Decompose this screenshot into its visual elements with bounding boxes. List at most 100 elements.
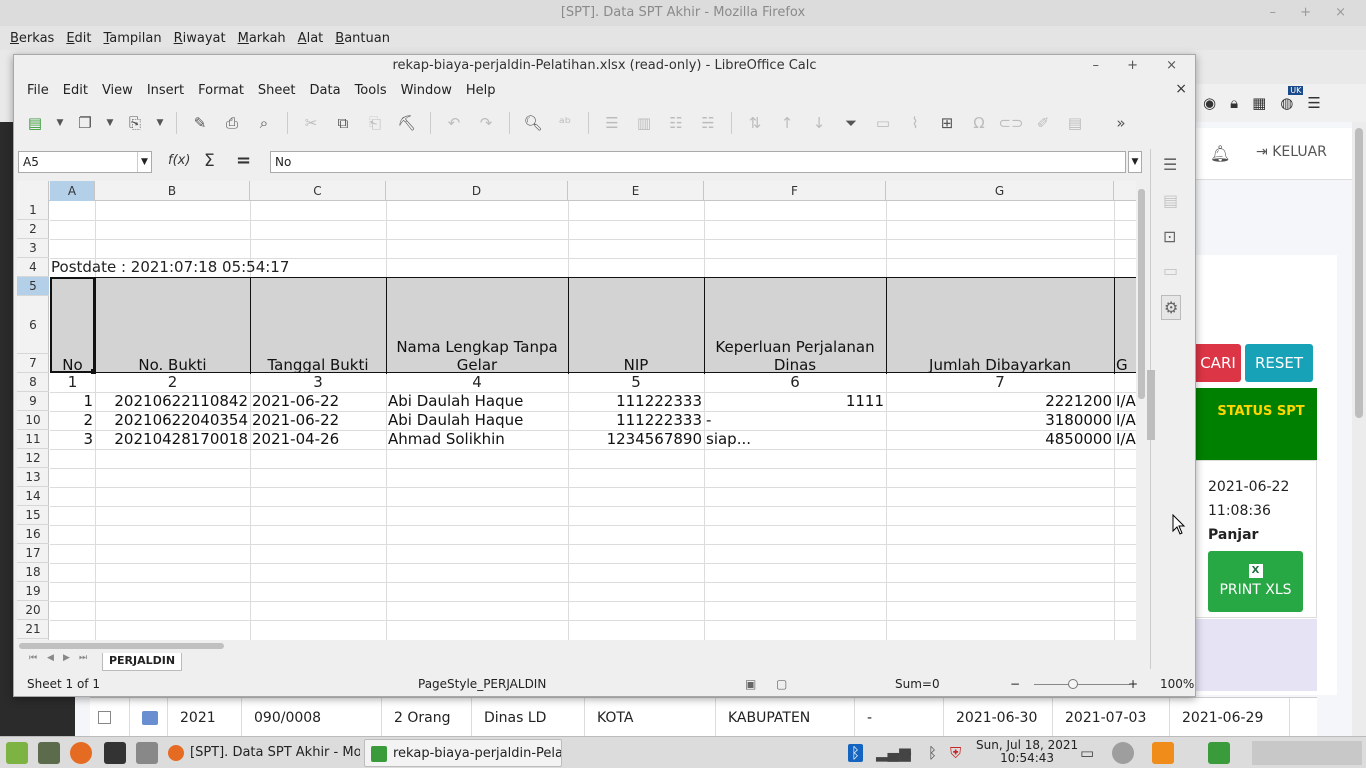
row-header-17[interactable]: 17 (17, 544, 49, 563)
menu-edit[interactable]: Edit (60, 31, 97, 46)
row-header-5[interactable]: 5 (17, 277, 49, 296)
vertical-scrollbar[interactable] (1136, 181, 1147, 640)
menu-tools[interactable]: Tools (348, 83, 394, 98)
menu-file[interactable]: File (20, 83, 56, 98)
cell-nama[interactable]: Abi Daulah Haque (388, 411, 568, 430)
menu-data[interactable]: Data (303, 83, 348, 98)
sidebar-settings-icon[interactable]: ⚙ (1161, 295, 1182, 320)
cell-keperluan[interactable]: siap... (706, 430, 886, 449)
header-nama-line2[interactable]: Gelar (386, 356, 568, 374)
cell-g[interactable]: I/A (1116, 430, 1137, 449)
column-header-c[interactable]: C (250, 181, 386, 201)
row-header-8[interactable]: 8 (17, 373, 49, 392)
menu-window[interactable]: Window (394, 83, 459, 98)
numbering-cell[interactable]: 4 (386, 373, 568, 392)
hyperlink-icon[interactable]: ⊂⊃ (998, 111, 1024, 135)
prev-sheet-icon[interactable]: ◀ (47, 653, 54, 663)
menu-help[interactable]: Help (459, 83, 503, 98)
menu-view[interactable]: View (95, 83, 140, 98)
row-header-4[interactable]: 4 (17, 258, 49, 277)
web-scroll-thumb[interactable] (1355, 128, 1363, 418)
bell-icon[interactable]: 🔔︎ (1210, 144, 1230, 163)
row-header-14[interactable]: 14 (17, 487, 49, 506)
row-header-16[interactable]: 16 (17, 525, 49, 544)
comment-icon[interactable]: ✐ (1030, 111, 1056, 135)
sort-descending-icon[interactable]: ↓ (806, 111, 832, 135)
menu-icon[interactable]: ☰ (1307, 94, 1320, 112)
row-icon[interactable] (130, 698, 168, 737)
row-header-11[interactable]: 11 (17, 430, 49, 449)
menu-alat[interactable]: Alat (292, 31, 330, 46)
row-checkbox[interactable] (90, 698, 130, 737)
header-g[interactable]: G (1116, 356, 1136, 374)
vertical-scroll-thumb[interactable] (1138, 189, 1145, 399)
name-box[interactable]: A5 ▼ (18, 151, 152, 173)
sidebar-resize-handle[interactable] (1147, 370, 1155, 440)
cell-bukti[interactable]: 20210622110842 (95, 392, 248, 411)
account-icon[interactable]: ◉ (1203, 94, 1216, 112)
taskbar-item-calc[interactable]: rekap-biaya-perjaldin-Pelati... (364, 739, 562, 767)
taskbar-item-firefox[interactable]: [SPT]. Data SPT Akhir - Mozil... (162, 739, 360, 767)
next-sheet-icon[interactable]: ▶ (63, 653, 70, 663)
sum-status[interactable]: Sum=0 (895, 673, 940, 696)
formula-icon[interactable]: = (236, 150, 251, 171)
cell-no[interactable]: 1 (50, 392, 93, 411)
file-manager-icon[interactable] (136, 742, 158, 764)
sheet-tab-perjaldin[interactable]: PERJALDIN (102, 653, 182, 671)
formula-input[interactable]: No (270, 151, 1126, 173)
sidebar-gallery-icon[interactable]: ▭ (1163, 261, 1178, 280)
header-jumlah[interactable]: Jumlah Dibayarkan (886, 356, 1114, 374)
last-sheet-icon[interactable]: ⏭ (79, 653, 87, 663)
autofilter-icon[interactable]: ⏷ (838, 111, 864, 135)
horizontal-scrollbar[interactable] (17, 640, 1137, 652)
postdate-cell[interactable]: Postdate : 2021:07:18 05:54:17 (51, 258, 289, 277)
menu-launcher-icon[interactable] (6, 742, 28, 764)
menu-format[interactable]: Format (191, 83, 251, 98)
find-replace-icon[interactable]: 🔍︎ (520, 111, 546, 135)
tray-calc-icon[interactable] (1208, 742, 1230, 764)
menu-riwayat[interactable]: Riwayat (168, 31, 232, 46)
cell-jumlah[interactable]: 3180000 (886, 411, 1112, 430)
spelling-icon[interactable]: ᵃᵇ (552, 111, 578, 135)
cell-nip[interactable]: 111222333 (568, 411, 702, 430)
paste-icon[interactable]: ⎗ (362, 111, 388, 135)
row-header-1[interactable]: 1 (17, 201, 49, 220)
row-header-12[interactable]: 12 (17, 449, 49, 468)
cell-bukti[interactable]: 20210428170018 (95, 430, 248, 449)
zoom-level[interactable]: 100% (1160, 673, 1194, 696)
sort-icon[interactable]: ⇅ (742, 111, 768, 135)
column-header-a[interactable]: A (50, 181, 95, 201)
cell-keperluan[interactable]: - (706, 411, 886, 430)
open-dropdown-icon[interactable]: ▼ (104, 111, 116, 135)
cell-tanggal[interactable]: 2021-06-22 (252, 392, 386, 411)
image-icon[interactable]: ▭ (870, 111, 896, 135)
numbering-cell[interactable]: 2 (95, 373, 250, 392)
horizontal-scroll-thumb[interactable] (19, 643, 224, 649)
function-wizard-icon[interactable]: f(x) (168, 153, 190, 168)
header-tanggal-bukti[interactable]: Tanggal Bukti (250, 356, 386, 374)
print-preview-icon[interactable]: ⌕ (251, 111, 277, 135)
selection-mode-icon[interactable]: ▣ (745, 673, 756, 696)
cell-jumlah[interactable]: 4850000 (886, 430, 1112, 449)
column-icon[interactable]: ▥ (631, 111, 657, 135)
cell-g[interactable]: I/A (1116, 411, 1137, 430)
edit-mode-icon[interactable]: ✎ (187, 111, 213, 135)
calc-window-controls[interactable]: – + × (1092, 55, 1189, 77)
new-dropdown-icon[interactable]: ▼ (54, 111, 66, 135)
menu-markah[interactable]: Markah (232, 31, 292, 46)
header-nip[interactable]: NIP (568, 356, 704, 374)
firefox-launcher-icon[interactable] (70, 742, 92, 764)
cell-nama[interactable]: Ahmad Solikhin (388, 430, 568, 449)
numbering-cell[interactable]: 3 (250, 373, 386, 392)
pivot-table-icon[interactable]: ⊞ (934, 111, 960, 135)
row-header-10[interactable]: 10 (17, 411, 49, 430)
header-keperluan-line2[interactable]: Dinas (704, 356, 886, 374)
search-button[interactable]: CARI (1195, 344, 1241, 382)
row-header-6[interactable]: 6 (17, 296, 49, 354)
menu-insert[interactable]: Insert (140, 83, 191, 98)
copy-icon[interactable]: ⧉ (330, 111, 356, 135)
header-nama-line1[interactable]: Nama Lengkap Tanpa (386, 338, 568, 356)
zoom-slider[interactable] (1034, 684, 1130, 685)
logout-link[interactable]: ⇥ KELUAR (1256, 144, 1327, 160)
numbering-cell[interactable]: 5 (568, 373, 704, 392)
